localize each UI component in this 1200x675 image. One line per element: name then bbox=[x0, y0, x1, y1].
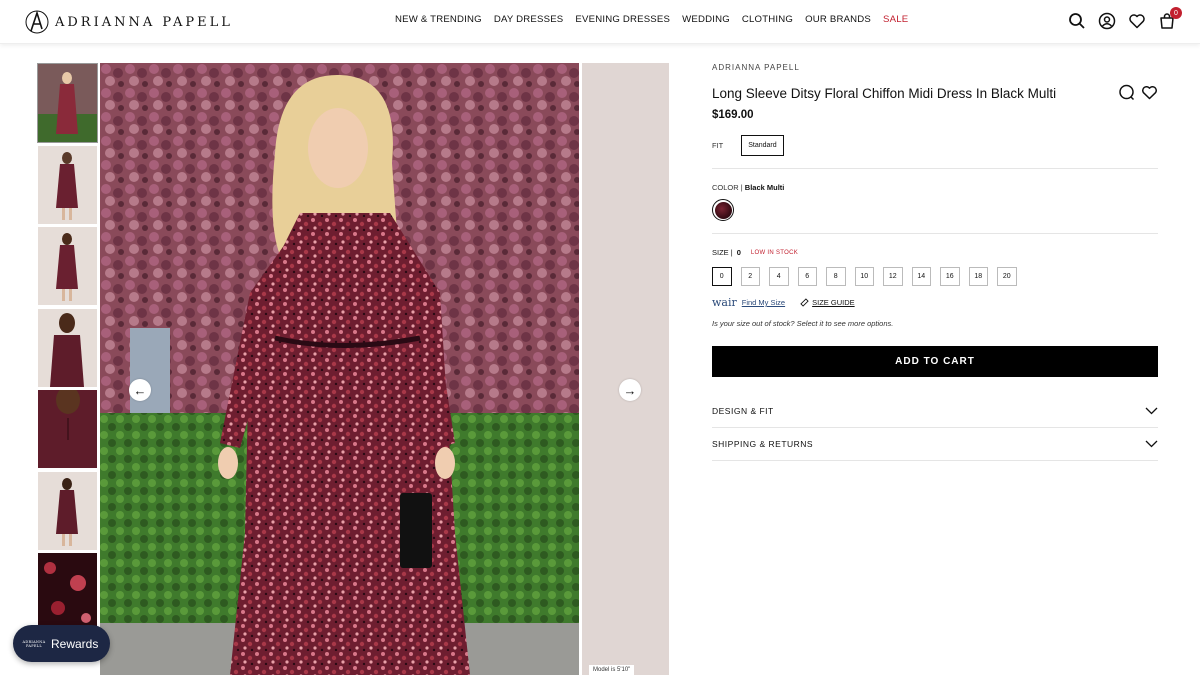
wishlist-icon[interactable] bbox=[1128, 12, 1146, 30]
nav-clothing[interactable]: CLOTHING bbox=[742, 14, 793, 25]
nav-day-dresses[interactable]: DAY DRESSES bbox=[494, 14, 564, 25]
size-tools: wair Find My Size SIZE GUIDE bbox=[712, 296, 1158, 309]
cart-count-badge: 0 bbox=[1170, 7, 1182, 19]
arrow-right-icon: → bbox=[623, 382, 637, 398]
thumbnail[interactable] bbox=[38, 390, 97, 468]
find-my-size-link[interactable]: Find My Size bbox=[742, 298, 785, 307]
chevron-down-icon bbox=[1145, 440, 1158, 448]
search-icon[interactable] bbox=[1068, 12, 1086, 30]
fit-option-standard[interactable]: Standard bbox=[741, 135, 784, 156]
rewards-logo: ADRIANNA PAPELL bbox=[23, 633, 46, 655]
nav-evening-dresses[interactable]: EVENING DRESSES bbox=[575, 14, 670, 25]
logo-mark-icon bbox=[25, 10, 49, 34]
size-guide-link[interactable]: SIZE GUIDE bbox=[800, 298, 855, 307]
size-option[interactable]: 12 bbox=[883, 267, 903, 286]
add-to-cart-button[interactable]: ADD TO CART bbox=[712, 346, 1158, 377]
size-option[interactable]: 10 bbox=[854, 267, 874, 286]
thumbnail[interactable] bbox=[37, 63, 98, 143]
size-option[interactable]: 16 bbox=[940, 267, 960, 286]
accordion-design-fit[interactable]: DESIGN & FIT bbox=[712, 395, 1158, 428]
thumbnail-strip bbox=[37, 63, 98, 635]
size-option[interactable]: 8 bbox=[826, 267, 846, 286]
divider bbox=[712, 168, 1158, 169]
accordion-label: SHIPPING & RETURNS bbox=[712, 439, 814, 449]
chat-icon[interactable] bbox=[1118, 84, 1135, 106]
rewards-label: Rewards bbox=[51, 636, 99, 651]
stock-status: LOW IN STOCK bbox=[750, 249, 799, 256]
size-option[interactable]: 4 bbox=[769, 267, 789, 286]
size-guide-label: SIZE GUIDE bbox=[812, 298, 855, 307]
size-option[interactable]: 14 bbox=[911, 267, 931, 286]
thumbnail[interactable] bbox=[38, 553, 97, 631]
divider bbox=[712, 233, 1158, 234]
add-to-wishlist-icon[interactable] bbox=[1141, 84, 1158, 106]
fit-row: FIT Standard bbox=[712, 135, 1158, 156]
site-header: ADRIANNA PAPELL NEW & TRENDING DAY DRESS… bbox=[0, 0, 1200, 44]
nav-new-trending[interactable]: NEW & TRENDING bbox=[395, 14, 482, 25]
size-value: 0 bbox=[736, 248, 741, 257]
main-nav: NEW & TRENDING DAY DRESSES EVENING DRESS… bbox=[395, 14, 908, 25]
size-option[interactable]: 20 bbox=[997, 267, 1017, 286]
rewards-logo-line2: PAPELL bbox=[26, 643, 42, 648]
nav-our-brands[interactable]: OUR BRANDS bbox=[805, 14, 871, 25]
product-price: $169.00 bbox=[712, 109, 754, 121]
thumbnail[interactable] bbox=[38, 227, 97, 305]
cart-icon[interactable]: 0 bbox=[1158, 7, 1182, 30]
nav-wedding[interactable]: WEDDING bbox=[682, 14, 730, 25]
thumbnail[interactable] bbox=[38, 308, 97, 387]
product-accordion: DESIGN & FIT SHIPPING & RETURNS bbox=[712, 395, 1158, 461]
color-swatch-black-multi[interactable] bbox=[712, 199, 734, 221]
product-brand[interactable]: ADRIANNA PAPELL bbox=[712, 63, 1158, 72]
main-product-image[interactable] bbox=[100, 63, 579, 675]
swatch-fill bbox=[714, 201, 732, 219]
previous-image-button[interactable]: ← bbox=[129, 379, 151, 401]
nav-sale[interactable]: SALE bbox=[883, 14, 908, 25]
thumbnail[interactable] bbox=[38, 471, 97, 550]
thumbnail[interactable] bbox=[38, 145, 97, 224]
product-actions bbox=[1118, 84, 1158, 106]
size-option[interactable]: 6 bbox=[797, 267, 817, 286]
fit-label: FIT bbox=[712, 141, 724, 150]
product-title: Long Sleeve Ditsy Floral Chiffon Midi Dr… bbox=[712, 86, 1057, 101]
product-details: ADRIANNA PAPELL Long Sleeve Ditsy Floral… bbox=[712, 63, 1158, 461]
chevron-down-icon bbox=[1145, 407, 1158, 415]
color-label: COLOR | bbox=[712, 183, 743, 192]
ruler-icon bbox=[800, 298, 809, 307]
next-image-button[interactable]: → bbox=[619, 379, 641, 401]
rewards-button[interactable]: ADRIANNA PAPELL Rewards bbox=[13, 625, 110, 662]
arrow-left-icon: ← bbox=[133, 382, 147, 398]
brand-name: ADRIANNA PAPELL bbox=[55, 14, 233, 30]
size-option[interactable]: 2 bbox=[740, 267, 760, 286]
size-option[interactable]: 0 bbox=[712, 267, 732, 286]
size-row: SIZE | 0 LOW IN STOCK bbox=[712, 248, 1158, 257]
wair-logo: wair bbox=[712, 296, 737, 309]
accordion-label: DESIGN & FIT bbox=[712, 406, 774, 416]
model-height-tag: Model is 5'10" bbox=[589, 665, 635, 675]
header-actions: 0 bbox=[1068, 7, 1182, 30]
size-option[interactable]: 18 bbox=[968, 267, 988, 286]
brand-logo[interactable]: ADRIANNA PAPELL bbox=[25, 9, 233, 35]
out-of-stock-note: Is your size out of stock? Select it to … bbox=[712, 319, 894, 328]
next-product-image-peek[interactable]: Model is 5'10" bbox=[582, 63, 669, 675]
size-options: 0 2 4 6 8 10 12 14 16 18 20 bbox=[712, 267, 1158, 286]
accordion-shipping-returns[interactable]: SHIPPING & RETURNS bbox=[712, 428, 1158, 461]
color-row: COLOR | Black Multi bbox=[712, 183, 1158, 192]
size-label: SIZE | bbox=[712, 248, 733, 257]
account-icon[interactable] bbox=[1098, 12, 1116, 30]
color-value: Black Multi bbox=[744, 183, 785, 192]
